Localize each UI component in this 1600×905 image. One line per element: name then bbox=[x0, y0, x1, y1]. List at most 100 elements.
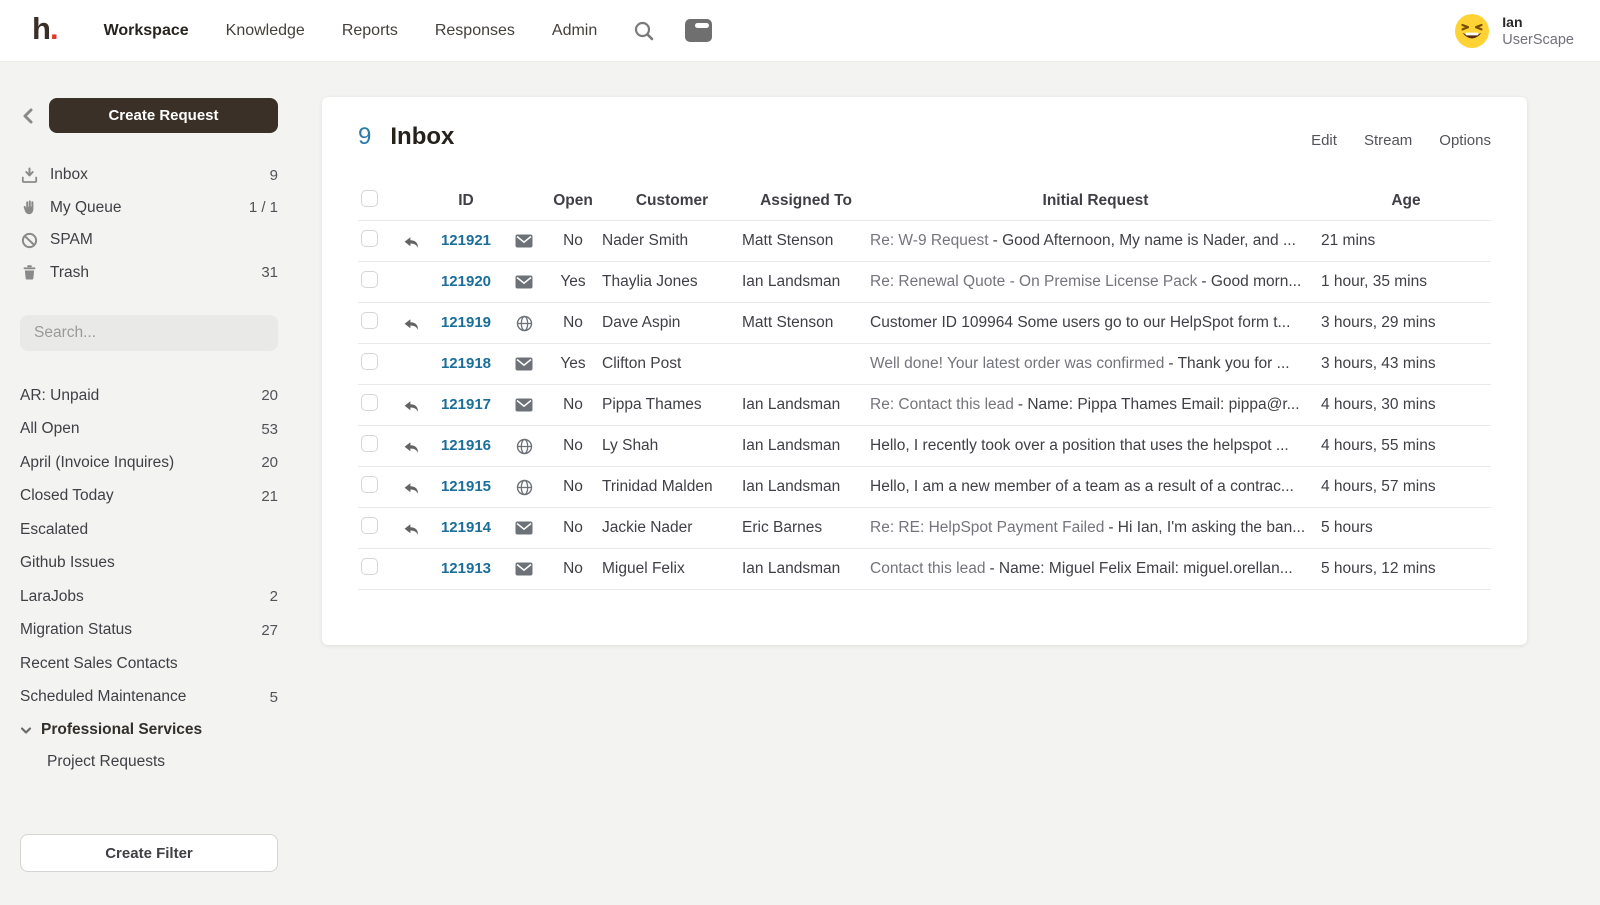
workspace-panel-icon[interactable] bbox=[685, 19, 712, 42]
ticket-id-link[interactable]: 121918 bbox=[441, 355, 491, 372]
reply-icon bbox=[403, 234, 419, 249]
request-subject: Re: Renewal Quote - On Premise License P… bbox=[870, 273, 1197, 290]
row-checkbox[interactable] bbox=[361, 312, 378, 329]
row-checkbox[interactable] bbox=[361, 476, 378, 493]
nav-item-responses[interactable]: Responses bbox=[435, 22, 515, 40]
create-filter-button[interactable]: Create Filter bbox=[20, 834, 278, 872]
table-row: 121917 No Pippa Thames Ian Landsman Re: … bbox=[358, 385, 1491, 426]
create-request-button[interactable]: Create Request bbox=[49, 98, 278, 133]
search-icon[interactable] bbox=[633, 20, 655, 42]
ticket-id-link[interactable]: 121915 bbox=[441, 478, 491, 495]
request-preview: - Good Afternoon, My name is Nader, and … bbox=[993, 232, 1296, 249]
row-checkbox[interactable] bbox=[361, 353, 378, 370]
open-cell: Yes bbox=[544, 273, 602, 291]
row-checkbox[interactable] bbox=[361, 558, 378, 575]
table-row: 121921 No Nader Smith Matt Stenson Re: W… bbox=[358, 221, 1491, 262]
age-cell: 1 hour, 35 mins bbox=[1321, 273, 1491, 291]
customer-cell: Dave Aspin bbox=[602, 314, 742, 332]
request-cell: Re: W-9 Request- Good Afternoon, My name… bbox=[870, 232, 1321, 250]
trash-icon bbox=[20, 264, 38, 281]
filter-label: Scheduled Maintenance bbox=[20, 688, 186, 706]
col-header-open: Open bbox=[544, 192, 602, 210]
sidebar-item-inbox[interactable]: Inbox 9 bbox=[20, 159, 278, 192]
customer-cell: Pippa Thames bbox=[602, 396, 742, 414]
sidebar-filter-item[interactable]: Github Issues bbox=[20, 547, 278, 581]
hand-icon bbox=[20, 199, 38, 216]
sidebar-filter-item[interactable]: Recent Sales Contacts bbox=[20, 647, 278, 681]
age-cell: 4 hours, 57 mins bbox=[1321, 478, 1491, 496]
request-cell: Re: Renewal Quote - On Premise License P… bbox=[870, 273, 1321, 291]
ticket-id-link[interactable]: 121917 bbox=[441, 396, 491, 413]
ticket-id-link[interactable]: 121916 bbox=[441, 437, 491, 454]
sidebar-filter-item[interactable]: All Open 53 bbox=[20, 413, 278, 447]
sidebar-filter-item[interactable]: April (Invoice Inquires) 20 bbox=[20, 446, 278, 480]
select-all-checkbox[interactable] bbox=[361, 190, 378, 207]
reply-icon bbox=[403, 398, 419, 413]
options-link[interactable]: Options bbox=[1439, 132, 1491, 149]
app-logo[interactable]: h. bbox=[32, 11, 58, 47]
age-cell: 3 hours, 29 mins bbox=[1321, 314, 1491, 332]
assigned-cell: Ian Landsman bbox=[742, 478, 870, 496]
table-row: 121918 Yes Clifton Post Well done! Your … bbox=[358, 344, 1491, 385]
nav-item-reports[interactable]: Reports bbox=[342, 22, 398, 40]
ticket-id-link[interactable]: 121914 bbox=[441, 519, 491, 536]
age-cell: 3 hours, 43 mins bbox=[1321, 355, 1491, 373]
row-checkbox[interactable] bbox=[361, 517, 378, 534]
globe-icon bbox=[516, 479, 533, 496]
request-table-header: ID Open Customer Assigned To Initial Req… bbox=[358, 182, 1491, 221]
table-row: 121913 No Miguel Felix Ian Landsman Cont… bbox=[358, 549, 1491, 590]
user-info: Ian UserScape bbox=[1502, 13, 1574, 49]
sidebar-filter-item[interactable]: Escalated bbox=[20, 513, 278, 547]
customer-cell: Ly Shah bbox=[602, 437, 742, 455]
sidebar-filter-item[interactable]: Migration Status 27 bbox=[20, 614, 278, 648]
row-checkbox[interactable] bbox=[361, 271, 378, 288]
open-cell: No bbox=[544, 519, 602, 537]
sidebar-filter-item[interactable]: LaraJobs 2 bbox=[20, 580, 278, 614]
nav-item-admin[interactable]: Admin bbox=[552, 22, 597, 40]
sidebar-item-project-requests[interactable]: Project Requests bbox=[20, 746, 278, 778]
ticket-id-link[interactable]: 121920 bbox=[441, 273, 491, 290]
ticket-id-link[interactable]: 121919 bbox=[441, 314, 491, 331]
sidebar-search-input[interactable] bbox=[20, 315, 278, 351]
request-cell: Hello, I recently took over a position t… bbox=[870, 437, 1321, 455]
sidebar-filter-item[interactable]: Closed Today 21 bbox=[20, 480, 278, 514]
email-icon bbox=[515, 398, 533, 412]
nav-item-knowledge[interactable]: Knowledge bbox=[226, 22, 305, 40]
edit-link[interactable]: Edit bbox=[1311, 132, 1337, 149]
sidebar-item-spam[interactable]: SPAM bbox=[20, 224, 278, 257]
user-name: Ian bbox=[1502, 13, 1574, 31]
row-checkbox[interactable] bbox=[361, 230, 378, 247]
filter-count: 53 bbox=[261, 421, 278, 438]
ticket-id-link[interactable]: 121921 bbox=[441, 232, 491, 249]
sidebar-filter-item[interactable]: AR: Unpaid 20 bbox=[20, 379, 278, 413]
sidebar-group-professional-services[interactable]: Professional Services bbox=[20, 714, 278, 746]
user-menu[interactable]: Ian UserScape bbox=[1454, 13, 1574, 49]
filter-label: Github Issues bbox=[20, 554, 115, 572]
sidebar-item-trash[interactable]: Trash 31 bbox=[20, 257, 278, 290]
stream-link[interactable]: Stream bbox=[1364, 132, 1412, 149]
sidebar-filter-item[interactable]: Scheduled Maintenance 5 bbox=[20, 681, 278, 715]
queue-count: 9 bbox=[270, 167, 278, 184]
sidebar-item-my-queue[interactable]: My Queue 1 / 1 bbox=[20, 192, 278, 225]
customer-cell: Clifton Post bbox=[602, 355, 742, 373]
email-icon bbox=[515, 234, 533, 248]
sidebar-collapse-icon[interactable] bbox=[20, 107, 36, 125]
row-checkbox[interactable] bbox=[361, 394, 378, 411]
filter-count: 20 bbox=[261, 387, 278, 404]
request-subject: Well done! Your latest order was confirm… bbox=[870, 355, 1164, 372]
open-cell: No bbox=[544, 478, 602, 496]
filter-label: Migration Status bbox=[20, 621, 132, 639]
nav-item-workspace[interactable]: Workspace bbox=[104, 22, 189, 40]
filter-count: 27 bbox=[261, 622, 278, 639]
age-cell: 21 mins bbox=[1321, 232, 1491, 250]
request-subject: Contact this lead bbox=[870, 560, 985, 577]
col-header-customer: Customer bbox=[602, 192, 742, 210]
customer-cell: Trinidad Malden bbox=[602, 478, 742, 496]
chevron-down-icon bbox=[20, 726, 32, 735]
col-header-assigned: Assigned To bbox=[742, 192, 870, 210]
row-checkbox[interactable] bbox=[361, 435, 378, 452]
request-preview: - Name: Pippa Thames Email: pippa@r... bbox=[1018, 396, 1300, 413]
ticket-id-link[interactable]: 121913 bbox=[441, 560, 491, 577]
page-title: Inbox bbox=[390, 123, 454, 151]
customer-cell: Thaylia Jones bbox=[602, 273, 742, 291]
